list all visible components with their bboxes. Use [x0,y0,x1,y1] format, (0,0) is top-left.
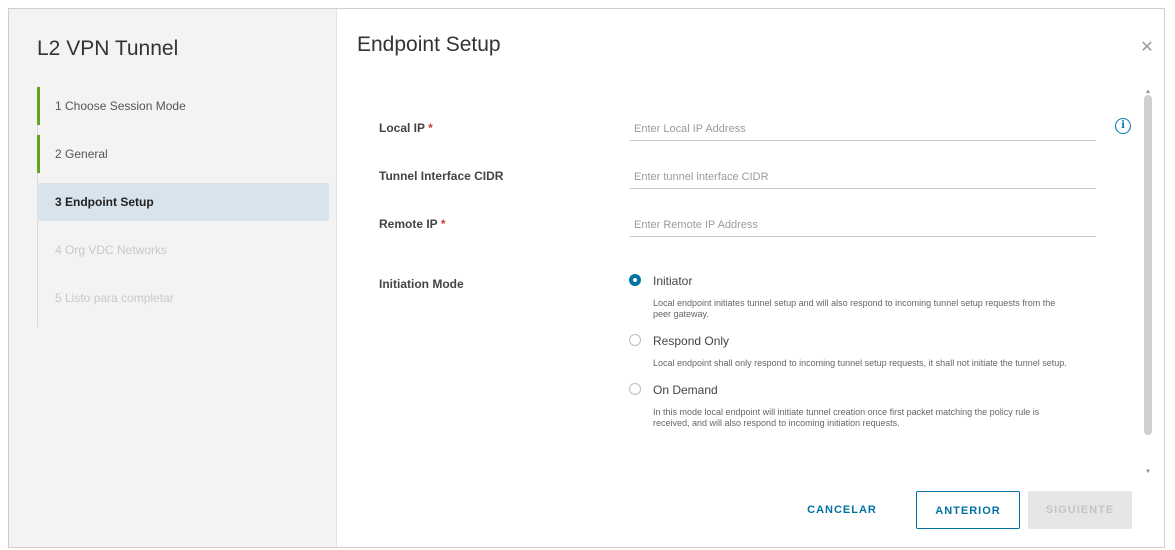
tunnel-cidr-label: Tunnel Interface CIDR [379,169,504,183]
wizard-steps: 1 Choose Session Mode 2 General 3 Endpoi… [37,87,329,327]
radio-option-on-demand: On Demand In this mode local endpoint wi… [629,383,1089,429]
next-button: SIGUIENTE [1028,491,1132,529]
radio-respond-only[interactable] [629,334,641,346]
scrollbar-thumb[interactable] [1144,95,1152,435]
wizard-title: L2 VPN Tunnel [37,37,179,60]
scrollbar[interactable]: ▲ ▼ [1144,89,1152,475]
radio-respond-only-description: Local endpoint shall only respond to inc… [653,358,1067,368]
previous-button[interactable]: ANTERIOR [916,491,1020,529]
step-general[interactable]: 2 General [37,135,329,173]
wizard-footer: CANCELAR ANTERIOR SIGUIENTE [772,491,1132,529]
initiation-mode-radio-group: Initiator Local endpoint initiates tunne… [629,274,1089,439]
close-icon[interactable]: ✕ [1140,40,1154,56]
local-ip-input[interactable] [630,117,1096,141]
wizard-sidebar: L2 VPN Tunnel 1 Choose Session Mode 2 Ge… [9,9,337,547]
step-endpoint-setup[interactable]: 3 Endpoint Setup [37,183,329,221]
step-choose-session-mode[interactable]: 1 Choose Session Mode [37,87,329,125]
radio-on-demand-label[interactable]: On Demand [653,383,1089,397]
remote-ip-label: Remote IP * [379,217,445,231]
remote-ip-label-text: Remote IP [379,217,438,231]
radio-on-demand-description: In this mode local endpoint will initiat… [653,407,1040,428]
wizard-dialog: L2 VPN Tunnel 1 Choose Session Mode 2 Ge… [8,8,1165,548]
required-mark: * [440,217,446,231]
radio-initiator-label[interactable]: Initiator [653,274,1089,288]
radio-option-initiator: Initiator Local endpoint initiates tunne… [629,274,1089,320]
radio-initiator[interactable] [629,274,641,286]
info-icon[interactable]: i [1115,118,1131,134]
remote-ip-input[interactable] [630,213,1096,237]
step-org-vdc-networks: 4 Org VDC Networks [55,243,168,257]
radio-respond-only-label[interactable]: Respond Only [653,334,1089,348]
cancel-button[interactable]: CANCELAR [792,491,892,529]
radio-initiator-description: Local endpoint initiates tunnel setup an… [653,298,1056,319]
initiation-mode-label: Initiation Mode [379,277,464,291]
local-ip-label: Local IP * [379,121,433,135]
step-ready-to-complete: 5 Listo para completar [55,291,174,305]
page-title: Endpoint Setup [357,33,501,56]
tunnel-cidr-input[interactable] [630,165,1096,189]
local-ip-label-text: Local IP [379,121,425,135]
main-panel: Endpoint Setup ✕ Local IP * i Tunnel Int… [337,9,1164,547]
required-mark: * [428,121,433,135]
radio-on-demand[interactable] [629,383,641,395]
scroll-down-arrow-icon[interactable]: ▼ [1144,469,1152,475]
radio-option-respond-only: Respond Only Local endpoint shall only r… [629,334,1089,369]
